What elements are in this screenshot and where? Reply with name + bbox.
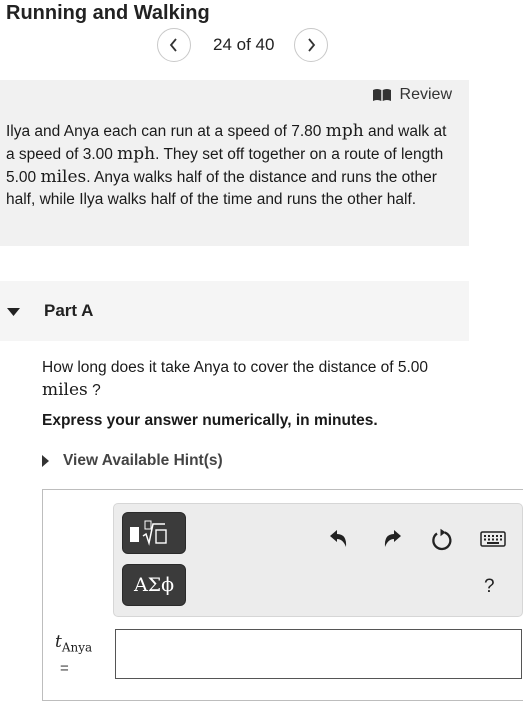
problem-text: Ilya and Anya each can run at a speed of… [6,120,451,211]
item-position: 24 of 40 [213,35,275,54]
review-link[interactable]: Review [372,86,452,104]
answer-input[interactable] [115,629,522,679]
answer-instruction: Express your answer numerically, in minu… [42,412,378,429]
question-text: How long does it take Anya to cover the … [42,357,462,402]
keyboard-icon [480,531,506,547]
unit-text: mph [117,144,156,164]
templates-button[interactable] [122,512,186,554]
redo-arrow-icon [384,530,401,547]
unit-text: miles [40,167,87,187]
part-title: Part A [44,301,94,320]
triangle-down-icon [7,308,20,316]
chevron-left-icon [169,38,177,52]
symbols-button[interactable]: ΑΣϕ [122,564,186,606]
problem-statement-panel: Review Ilya and Anya each can run at a s… [0,80,469,246]
text-run: Ilya and Anya each can run at a speed of… [6,123,326,140]
view-hints-link[interactable]: View Available Hint(s) [42,452,223,470]
part-a-header[interactable]: Part A [0,281,469,341]
triangle-right-icon [42,455,49,467]
page-title: Running and Walking [6,2,210,24]
variable-symbol: t [55,632,62,652]
book-icon [372,89,391,101]
answer-variable-label: tAnya [55,632,92,654]
unit-text: miles [42,380,88,400]
text-run: ? [87,382,101,399]
variable-subscript: Anya [61,640,93,655]
undo-button[interactable] [329,530,351,548]
text-run: How long does it take Anya to cover the … [42,359,429,376]
redo-button[interactable] [380,530,402,548]
undo-arrow-icon [330,530,347,547]
equals-sign: = [60,660,69,677]
previous-item-button[interactable] [157,28,191,62]
chevron-right-icon [308,38,316,52]
reset-icon [432,528,452,551]
hint-label: View Available Hint(s) [63,452,223,469]
next-item-button[interactable] [294,28,329,62]
unit-text: mph [325,121,364,141]
keyboard-button[interactable] [480,531,506,547]
item-pager: 24 of 40 [157,28,329,62]
reset-button[interactable] [430,528,454,552]
help-button[interactable]: ? [484,576,495,598]
math-toolbar: ΑΣϕ ? [113,503,523,617]
review-label: Review [399,86,452,103]
fraction-radical-icon [130,520,167,546]
